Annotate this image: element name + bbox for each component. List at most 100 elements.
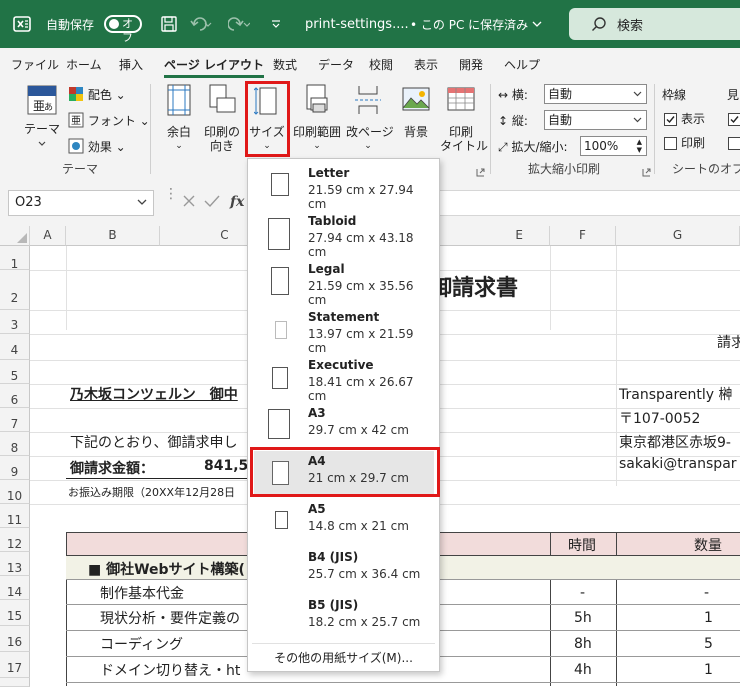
paper-size-b4-jis[interactable]: B4 (JIS) 25.7 cm x 36.4 cm [254, 547, 434, 593]
column-header-f[interactable]: F [550, 226, 616, 246]
select-all-corner[interactable] [0, 226, 30, 246]
row-header[interactable]: 4 [0, 334, 30, 360]
background-button[interactable]: 背景 [398, 84, 434, 139]
themes-button[interactable]: 亜あ テーマ [20, 84, 64, 150]
item-name: ドメイン切り替え・ht [100, 663, 241, 679]
row-header[interactable]: 14 [0, 576, 30, 600]
headings-heading: 見 [727, 88, 740, 102]
row-header[interactable]: 16 [0, 626, 30, 652]
gridlines-view-checkbox[interactable]: 表示 [664, 112, 705, 126]
search-box[interactable]: 検索 [569, 8, 740, 40]
gridlines-heading: 枠線 [662, 88, 687, 102]
tab-insert[interactable]: 挿入 [119, 56, 143, 73]
tab-formulas[interactable]: 数式 [273, 56, 297, 73]
tab-help[interactable]: ヘルプ [504, 56, 540, 73]
paper-size-legal[interactable]: Legal 21.59 cm x 35.56 cm [254, 259, 434, 307]
gridlines-view-label: 表示 [681, 112, 706, 126]
row-header[interactable]: 12 [0, 528, 30, 552]
paper-size-tabloid[interactable]: Tabloid 27.94 cm x 43.18 cm [254, 211, 434, 259]
tab-view[interactable]: 表示 [414, 56, 438, 73]
breaks-button[interactable]: 改ページ ⌄ [346, 84, 394, 153]
gridlines-print-checkbox[interactable]: 印刷 [664, 136, 705, 150]
column-header-b[interactable]: B [66, 226, 160, 246]
row-header[interactable]: 9 [0, 456, 30, 480]
row-header[interactable]: 17 [0, 652, 30, 678]
save-icon[interactable] [160, 0, 178, 48]
row-header[interactable]: 15 [0, 600, 30, 626]
print-titles-label-1: 印刷 [448, 125, 473, 139]
headings-print-checkbox[interactable] [728, 136, 740, 150]
paper-size-a5[interactable]: A5 14.8 cm x 21 cm [254, 499, 434, 545]
print-titles-icon [440, 84, 482, 119]
paper-size-letter[interactable]: Letter 21.59 cm x 27.94 cm [254, 163, 434, 211]
chevron-down-icon [532, 17, 542, 31]
scale-label-text: 拡大/縮小: [511, 140, 568, 154]
row-header[interactable]: 10 [0, 480, 30, 504]
fonts-button[interactable]: 亜 フォント ⌄ [68, 112, 150, 131]
scale-label: ⤢ 拡大/縮小: [498, 140, 568, 154]
row-header[interactable]: 3 [0, 310, 30, 334]
row-header[interactable]: 6 [0, 384, 30, 408]
chevron-down-icon [137, 191, 147, 215]
checkbox-checked-icon [728, 113, 740, 126]
customize-qat-icon[interactable] [270, 0, 282, 48]
paper-size-name: A5 [308, 502, 326, 516]
orientation-label-2: 向き [209, 139, 234, 153]
row-header[interactable]: 8 [0, 432, 30, 456]
row-header[interactable]: 7 [0, 408, 30, 432]
row-header[interactable]: 13 [0, 552, 30, 576]
cancel-icon[interactable] [182, 194, 196, 211]
row-header[interactable]: 2 [0, 270, 30, 310]
paper-icon [272, 367, 288, 389]
spinner-arrows-icon[interactable]: ▲ ▼ [637, 138, 642, 154]
row-header[interactable]: 1 [0, 246, 30, 271]
print-area-button[interactable]: 印刷範囲 ⌄ [292, 84, 342, 153]
paper-size-executive[interactable]: Executive 18.41 cm x 26.67 cm [254, 355, 434, 403]
section-title: ■ 御社Webサイト構築( [88, 562, 245, 578]
colors-button[interactable]: 配色 ⌄ [68, 86, 126, 105]
column-header-g[interactable]: G [616, 226, 740, 246]
margins-button[interactable]: 余白 ⌄ [160, 84, 198, 153]
tab-review[interactable]: 校閲 [369, 56, 393, 73]
paper-size-b5-jis[interactable]: B5 (JIS) 18.2 cm x 25.7 cm [254, 595, 434, 641]
title-bar: 自動保存 オフ print-settings.... • この PC に保存済み… [0, 0, 740, 48]
colors-icon [68, 86, 84, 105]
insert-function-icon[interactable]: fx [230, 194, 244, 210]
row-header[interactable]: 5 [0, 360, 30, 384]
save-location[interactable]: • この PC に保存済み [410, 0, 542, 48]
autosave-toggle[interactable]: オフ [104, 0, 142, 48]
height-select[interactable]: 自動 [544, 110, 647, 130]
paper-size-statement[interactable]: Statement 13.97 cm x 21.59 cm [254, 307, 434, 355]
paper-size-dimensions: 21.59 cm x 27.94 cm [308, 183, 414, 211]
width-select[interactable]: 自動 [544, 84, 647, 104]
orientation-button[interactable]: 印刷の 向き [200, 84, 244, 153]
row-header[interactable]: 11 [0, 504, 30, 528]
orientation-icon [200, 84, 244, 119]
name-box[interactable]: O23 [8, 190, 154, 216]
undo-icon[interactable] [190, 0, 212, 48]
paper-size-name: B5 (JIS) [308, 598, 359, 612]
enter-icon[interactable] [204, 194, 220, 211]
scale-spinner[interactable]: 100% ▲ ▼ [580, 136, 647, 156]
tab-file[interactable]: ファイル [11, 56, 59, 73]
tab-developer[interactable]: 開発 [459, 56, 483, 73]
headings-view-checkbox[interactable] [728, 112, 740, 126]
scale-group-label: 拡大縮小印刷 [528, 162, 601, 176]
height-icon: ↕ [498, 114, 509, 128]
more-options-icon[interactable]: ⋮ [164, 187, 178, 201]
row-header[interactable] [0, 678, 30, 687]
print-titles-button[interactable]: 印刷 タイトル [440, 84, 488, 153]
more-paper-sizes[interactable]: その他の用紙サイズ(M)... [248, 649, 439, 666]
item-hours: 4h [574, 662, 592, 678]
tab-data[interactable]: データ [318, 56, 354, 73]
chevron-down-icon [633, 111, 642, 129]
column-header-a[interactable]: A [30, 226, 66, 246]
tab-page-layout[interactable]: ページ レイアウト [164, 56, 264, 78]
scale-icon: ⤢ [498, 140, 508, 154]
highlight-box-size-button [245, 81, 290, 157]
tab-home[interactable]: ホーム [66, 56, 102, 73]
redo-icon[interactable] [228, 0, 250, 48]
paper-size-a3[interactable]: A3 29.7 cm x 42 cm [254, 403, 434, 449]
effects-button[interactable]: 効果 ⌄ [68, 138, 126, 157]
name-box-value: O23 [15, 195, 42, 210]
